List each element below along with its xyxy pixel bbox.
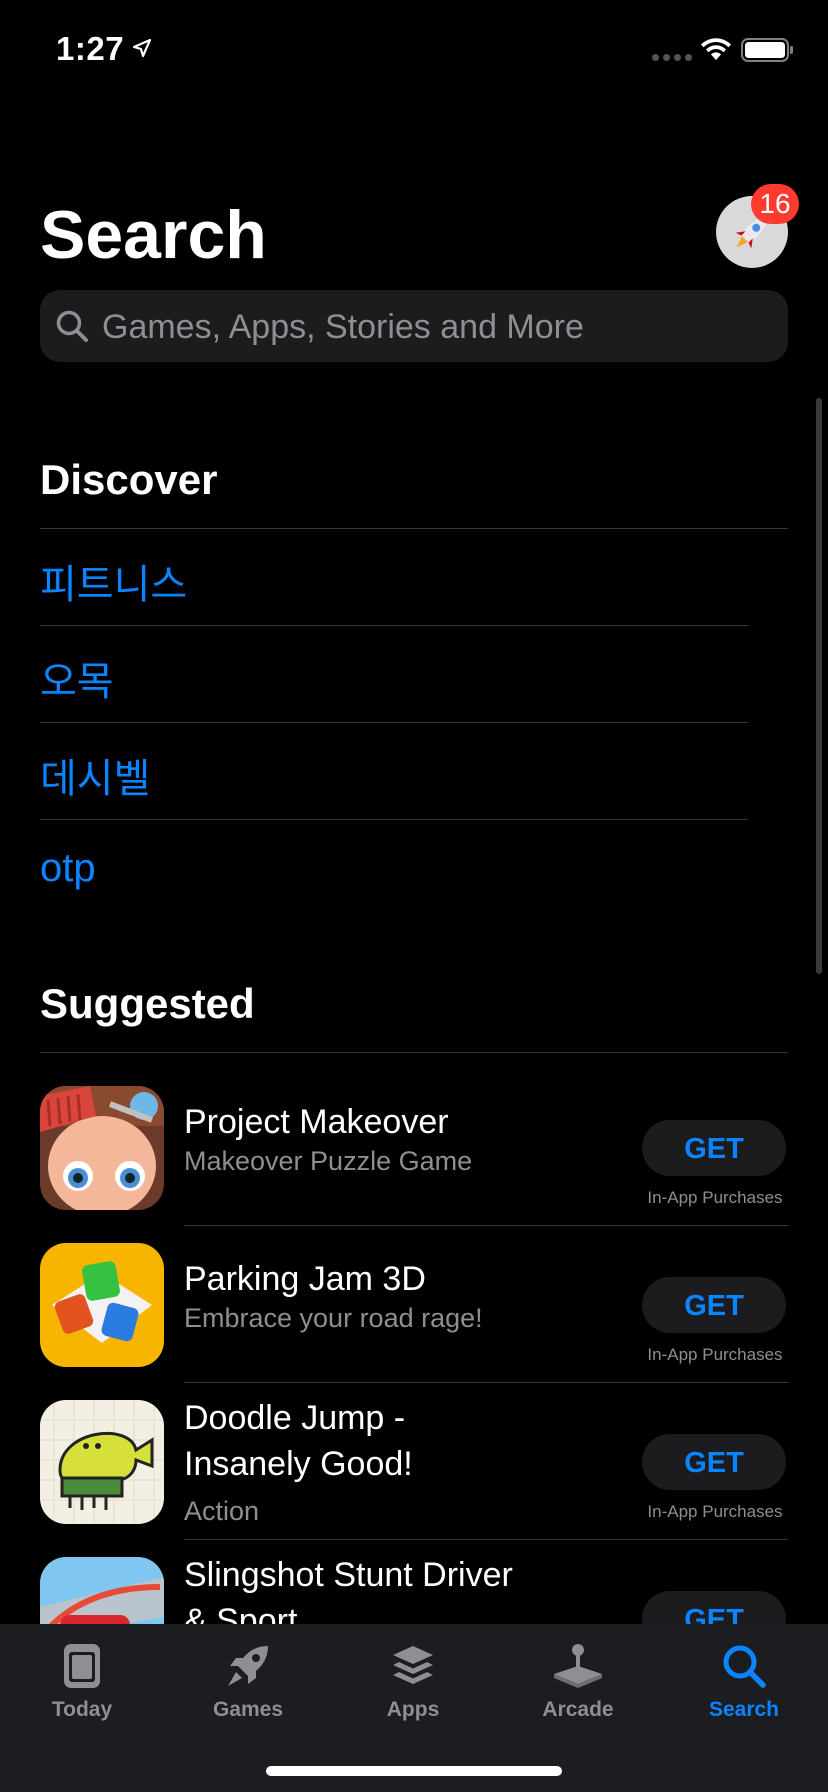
divider (184, 1539, 788, 1540)
search-icon (56, 310, 88, 342)
scrollbar[interactable] (816, 398, 822, 974)
rocket-icon (228, 1646, 268, 1686)
battery-icon (741, 38, 793, 62)
notification-badge: 16 (751, 184, 799, 224)
suggested-title: Suggested (40, 980, 255, 1027)
divider (40, 1052, 788, 1053)
tab-label: Search (708, 1698, 780, 1721)
in-app-purchases-note: In-App Purchases (647, 1502, 783, 1521)
discover-item[interactable]: 데시벨 (40, 746, 150, 804)
discover-item[interactable]: 오목 (40, 649, 114, 707)
status-bar: 1:27 (0, 0, 828, 100)
today-icon (64, 1644, 100, 1688)
divider (40, 528, 788, 529)
stack-icon (393, 1646, 433, 1684)
app-subtitle: Makeover Puzzle Game (184, 1146, 473, 1176)
tab-label: Today (51, 1698, 113, 1721)
status-time: 1:27 (56, 30, 125, 67)
app-name: Doodle Jump - (184, 1399, 406, 1437)
tab-today[interactable]: Today (17, 1642, 147, 1742)
tab-arcade[interactable]: Arcade (513, 1642, 643, 1742)
discover-title: Discover (40, 456, 218, 503)
tab-label: Apps (386, 1698, 440, 1721)
cellular-signal-icon (652, 54, 692, 61)
app-subtitle: Action (184, 1496, 260, 1526)
tab-search[interactable]: Search (679, 1642, 809, 1742)
get-button[interactable]: GET (642, 1434, 786, 1490)
app-row[interactable]: Project Makeover Makeover Puzzle Game GE… (40, 1086, 788, 1242)
app-row[interactable]: Doodle Jump - Insanely Good! Action GET … (40, 1399, 788, 1556)
tab-apps[interactable]: Apps (348, 1642, 478, 1742)
discover-item[interactable]: otp (40, 846, 96, 891)
app-row[interactable]: Parking Jam 3D Embrace your road rage! G… (40, 1243, 788, 1399)
project-makeover-app-icon (40, 1086, 164, 1210)
get-button[interactable]: GET (642, 1120, 786, 1176)
parking-jam-app-icon (40, 1243, 164, 1367)
divider (184, 1382, 788, 1383)
in-app-purchases-note: In-App Purchases (647, 1188, 783, 1207)
in-app-purchases-note: In-App Purchases (647, 1345, 783, 1364)
app-name: Parking Jam 3D (184, 1260, 426, 1298)
app-subtitle: Embrace your road rage! (184, 1303, 483, 1333)
search-icon (723, 1645, 766, 1688)
divider (40, 722, 748, 723)
app-name: Insanely Good! (184, 1445, 413, 1483)
get-button[interactable]: GET (642, 1277, 786, 1333)
tab-games[interactable]: Games (183, 1642, 313, 1742)
divider (40, 819, 748, 820)
doodle-jump-app-icon (40, 1400, 164, 1524)
joystick-icon (554, 1644, 602, 1688)
app-name: Project Makeover (184, 1103, 449, 1141)
location-arrow-icon (132, 38, 152, 58)
tab-label: Games (212, 1698, 284, 1721)
search-field[interactable] (40, 290, 788, 364)
page-title: Search (40, 197, 267, 273)
app-name: Slingshot Stunt Driver (184, 1556, 513, 1594)
divider (184, 1225, 788, 1226)
divider (40, 625, 748, 626)
search-input[interactable] (100, 290, 774, 364)
wifi-icon (701, 38, 731, 60)
home-indicator[interactable] (266, 1766, 562, 1776)
tab-label: Arcade (542, 1698, 614, 1721)
discover-item[interactable]: 피트니스 (40, 552, 187, 610)
